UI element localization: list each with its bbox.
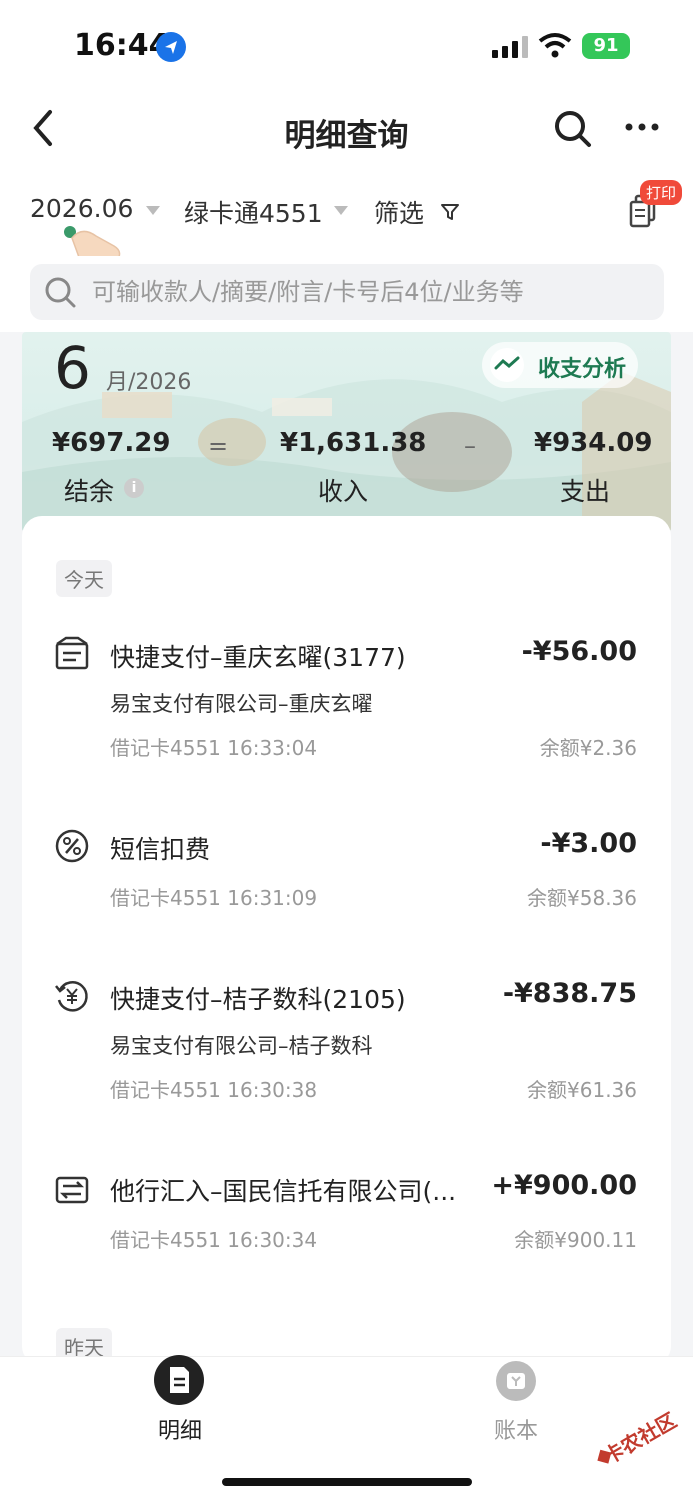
transaction-list: 今天 快捷支付–重庆玄曜(3177) -¥56.00 易宝支付有限公司–重庆玄曜… bbox=[22, 516, 671, 1366]
tab-label: 明细 bbox=[157, 1419, 202, 1444]
transaction-amount: -¥56.00 bbox=[521, 636, 637, 667]
search-box[interactable] bbox=[30, 264, 664, 320]
search-icon bbox=[45, 277, 76, 308]
transaction-balance: 余额¥61.36 bbox=[527, 1078, 637, 1102]
funnel-icon[interactable] bbox=[440, 202, 460, 222]
minus-sign: – bbox=[464, 432, 476, 460]
info-icon[interactable]: i bbox=[124, 478, 144, 498]
transaction-row[interactable]: 快捷支付–桔子数科(2105) -¥838.75 易宝支付有限公司–桔子数科 借… bbox=[22, 978, 671, 1118]
trend-icon bbox=[490, 348, 524, 382]
yuan-refresh-icon bbox=[55, 981, 88, 1012]
month-year: 月/2026 bbox=[106, 370, 192, 395]
transaction-meta: 借记卡4551 16:31:09 bbox=[110, 886, 318, 910]
transaction-subtitle: 易宝支付有限公司–桔子数科 bbox=[110, 1034, 373, 1058]
income-label: 收入 bbox=[318, 477, 369, 506]
filter-button[interactable]: 筛选 bbox=[374, 194, 424, 230]
transaction-row[interactable]: 他行汇入–国民信托有限公司(... +¥900.00 借记卡4551 16:30… bbox=[22, 1170, 671, 1270]
transaction-row[interactable]: 短信扣费 -¥3.00 借记卡4551 16:31:09 余额¥58.36 bbox=[22, 828, 671, 928]
date-filter[interactable]: 2026.06 bbox=[30, 194, 133, 223]
tab-ledger[interactable]: 账本 bbox=[456, 1357, 576, 1467]
document-icon bbox=[154, 1355, 204, 1405]
transaction-meta: 借记卡4551 16:30:34 bbox=[110, 1228, 318, 1252]
percent-icon bbox=[55, 829, 89, 863]
day-tag: 今天 bbox=[56, 560, 112, 597]
status-bar: 16:44 91 bbox=[0, 0, 693, 90]
receipt-icon bbox=[55, 636, 89, 670]
tab-details[interactable]: 明细 bbox=[120, 1355, 240, 1467]
wifi-icon bbox=[538, 33, 572, 58]
balance-amount: ¥697.29 bbox=[52, 428, 171, 458]
signal-icon bbox=[492, 36, 528, 58]
transaction-title: 快捷支付–桔子数科(2105) bbox=[110, 985, 406, 1014]
transaction-meta: 借记卡4551 16:33:04 bbox=[110, 736, 318, 760]
income-amount: ¥1,631.38 bbox=[280, 428, 427, 458]
more-icon[interactable] bbox=[624, 120, 660, 134]
ledger-icon bbox=[496, 1361, 536, 1401]
expense-label: 支出 bbox=[560, 477, 611, 506]
transaction-meta: 借记卡4551 16:30:38 bbox=[110, 1078, 318, 1102]
expense-amount: ¥934.09 bbox=[534, 428, 653, 458]
balance-label: 结余 bbox=[64, 477, 115, 506]
transaction-title: 他行汇入–国民信托有限公司(... bbox=[110, 1177, 457, 1206]
transaction-amount: +¥900.00 bbox=[491, 1170, 637, 1201]
chevron-down-icon bbox=[146, 206, 160, 215]
transaction-amount: -¥3.00 bbox=[540, 828, 637, 859]
analysis-button[interactable]: 收支分析 bbox=[482, 342, 638, 388]
nav-bar: 明细查询 bbox=[0, 90, 693, 170]
card-filter[interactable]: 绿卡通4551 bbox=[184, 194, 323, 230]
transfer-icon bbox=[55, 1176, 89, 1204]
month-summary: 6 月/2026 收支分析 ¥697.29 = ¥1,631.38 – ¥934… bbox=[22, 332, 671, 532]
transaction-subtitle: 易宝支付有限公司–重庆玄曜 bbox=[110, 692, 373, 716]
transaction-balance: 余额¥2.36 bbox=[539, 736, 637, 760]
equals-sign: = bbox=[208, 432, 229, 460]
transaction-amount: -¥838.75 bbox=[502, 978, 637, 1009]
transaction-balance: 余额¥900.11 bbox=[514, 1228, 637, 1252]
transaction-row[interactable]: 快捷支付–重庆玄曜(3177) -¥56.00 易宝支付有限公司–重庆玄曜 借记… bbox=[22, 636, 671, 776]
transaction-title: 短信扣费 bbox=[110, 835, 211, 864]
month-number: 6 bbox=[54, 334, 91, 402]
analysis-label: 收支分析 bbox=[538, 357, 627, 382]
transaction-title: 快捷支付–重庆玄曜(3177) bbox=[110, 643, 406, 672]
home-indicator bbox=[222, 1478, 472, 1486]
search-input[interactable] bbox=[92, 272, 652, 312]
transaction-balance: 余额¥58.36 bbox=[527, 886, 637, 910]
search-section bbox=[0, 256, 693, 332]
tab-label: 账本 bbox=[493, 1419, 538, 1444]
location-icon bbox=[156, 32, 186, 62]
battery-indicator: 91 bbox=[582, 33, 630, 59]
search-icon[interactable] bbox=[552, 108, 592, 148]
print-badge: 打印 bbox=[640, 180, 683, 205]
chevron-down-icon bbox=[334, 206, 348, 215]
